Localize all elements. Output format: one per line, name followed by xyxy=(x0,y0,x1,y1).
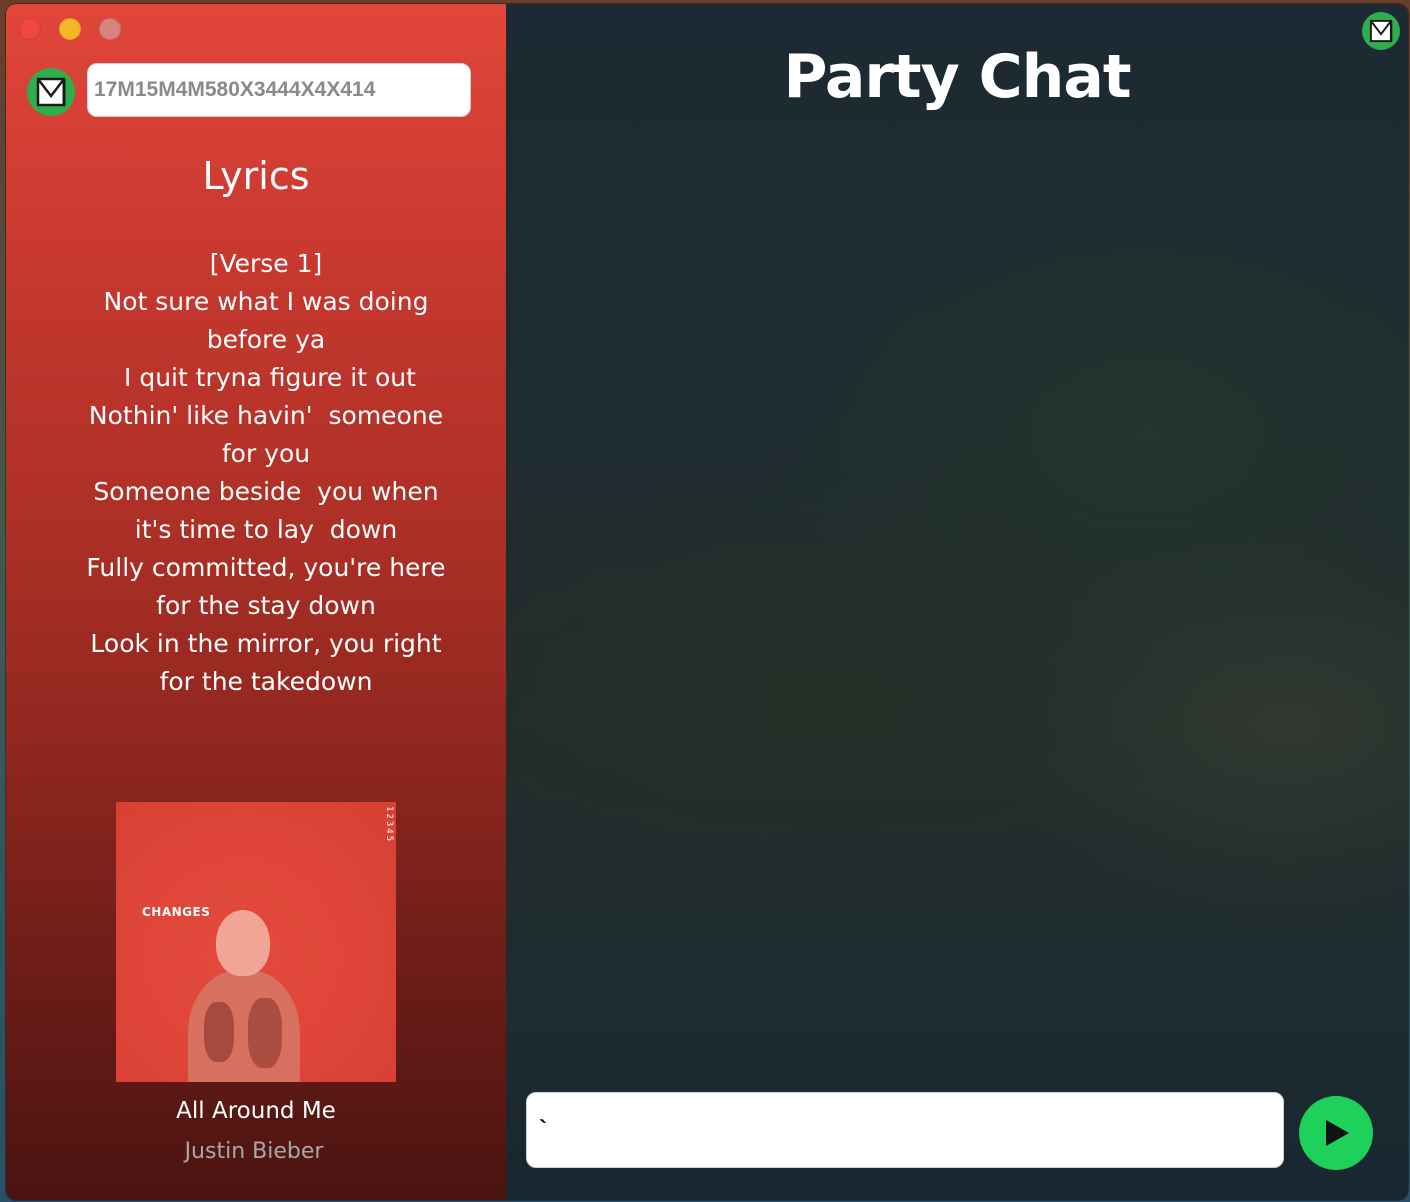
track-artist: Justin Bieber xyxy=(184,1139,324,1164)
app-window: Lyrics [Verse 1] Not sure what I was doi… xyxy=(6,4,1408,1200)
room-code-input[interactable] xyxy=(87,63,471,117)
chat-panel: Party Chat xyxy=(506,4,1408,1200)
album-cover-side-text: 12345 xyxy=(384,806,394,844)
album-figure-head xyxy=(216,910,270,976)
logo-mark-icon xyxy=(1369,19,1393,43)
lyrics-line: Nothin' like havin' someone xyxy=(88,401,444,430)
lyrics-line: Fully committed, you're here xyxy=(86,553,446,582)
lyrics-sidebar: Lyrics [Verse 1] Not sure what I was doi… xyxy=(6,4,506,1200)
window-close-button[interactable] xyxy=(19,18,41,40)
app-logo-icon[interactable] xyxy=(27,68,75,116)
window-minimize-button[interactable] xyxy=(59,18,81,40)
app-logo-icon[interactable] xyxy=(1362,12,1400,50)
lyrics-line: I quit tryna figure it out xyxy=(116,363,416,392)
track-title: All Around Me xyxy=(176,1098,336,1124)
album-figure-tattoo xyxy=(204,1002,234,1062)
send-button[interactable] xyxy=(1299,1096,1373,1170)
lyrics-line: for the takedown xyxy=(159,667,373,696)
window-maximize-button[interactable] xyxy=(99,18,121,40)
album-cover-title: CHANGES xyxy=(142,905,211,919)
lyrics-line: Not sure what I was doing xyxy=(103,287,429,316)
lyrics-line: Look in the mirror, you right xyxy=(90,629,442,658)
logo-mark-icon xyxy=(36,77,66,107)
lyrics-line: it's time to lay down xyxy=(134,515,398,544)
play-send-icon xyxy=(1326,1120,1349,1146)
lyrics-heading: Lyrics xyxy=(202,154,310,198)
album-cover-image: CHANGES 12345 xyxy=(116,802,396,1082)
chat-title: Party Chat xyxy=(783,42,1131,112)
lyrics-line: for the stay down xyxy=(156,591,376,620)
lyrics-line: before ya xyxy=(206,325,326,354)
lyrics-text: [Verse 1] Not sure what I was doing befo… xyxy=(46,245,486,701)
lyrics-line: [Verse 1] xyxy=(209,249,323,278)
album-figure-tattoo xyxy=(248,998,282,1068)
lyrics-line: Someone beside you when xyxy=(93,477,439,506)
chat-message-input[interactable] xyxy=(526,1092,1284,1168)
lyrics-line: for you xyxy=(221,439,311,468)
